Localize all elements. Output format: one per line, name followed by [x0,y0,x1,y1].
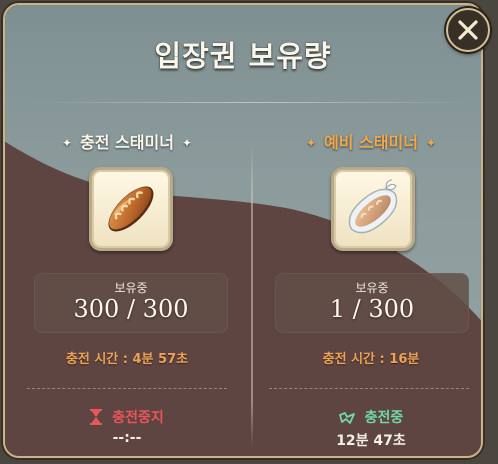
status-time: --:-- [112,430,142,446]
close-button[interactable] [446,8,490,52]
sparkle-icon: ✦ [425,136,436,150]
charge-stamina-held-panel: 보유중 300 / 300 [34,273,228,333]
status-label: 충전중 [364,410,404,426]
sparkle-icon: ✦ [305,136,317,150]
charge-time-text: 충전 시간 : 4분 57초 [65,352,189,367]
wrapped-bread-icon [348,179,398,234]
sparkle-icon: ✦ [61,136,73,150]
dotted-divider [269,388,469,389]
reserve-status-row: 충전중 [249,407,481,429]
hourglass-icon [90,409,103,429]
held-value: 1 / 300 [329,295,415,323]
held-value: 300 / 300 [73,295,189,323]
charge-time-text: 충전 시간 : 16분 [322,352,420,367]
charge-stamina-title: ✦ 충전 스태미너 ✦ [5,129,249,153]
bread-item-slot[interactable] [89,167,173,251]
charge-stamina-title-text: 충전 스태미너 [80,133,174,152]
held-label: 보유중 [114,281,148,295]
reserve-stamina-held-panel: 보유중 1 / 300 [275,273,469,333]
charging-icon [338,411,355,429]
dotted-divider [27,388,227,389]
status-time: 12분 47초 [336,433,406,449]
reserve-stamina-title-text: 예비 스태미너 [324,133,418,152]
charge-status-row: 충전중지 [5,407,249,429]
stamina-dialog: 입장권 보유량 ✦ 충전 스태미너 ✦ 보유중 300 / 300 충전 시간 … [3,3,483,458]
close-icon [458,20,478,40]
reserve-stamina-title: ✦ 예비 스태미너 ✦ [249,129,481,153]
wrapped-bread-item-slot[interactable] [331,167,415,251]
sparkle-icon: ✦ [181,136,192,150]
bread-icon [108,186,154,232]
charge-stamina-panel: ✦ 충전 스태미너 ✦ 보유중 300 / 300 충전 시간: 4분 57초… [5,5,249,456]
reserve-stamina-panel: ✦ 예비 스태미너 ✦ 보유중 1 / 300 충전 시간: 16분 충전중 … [249,5,481,456]
held-label: 보유중 [355,281,389,295]
status-label: 충전중지 [112,410,164,426]
